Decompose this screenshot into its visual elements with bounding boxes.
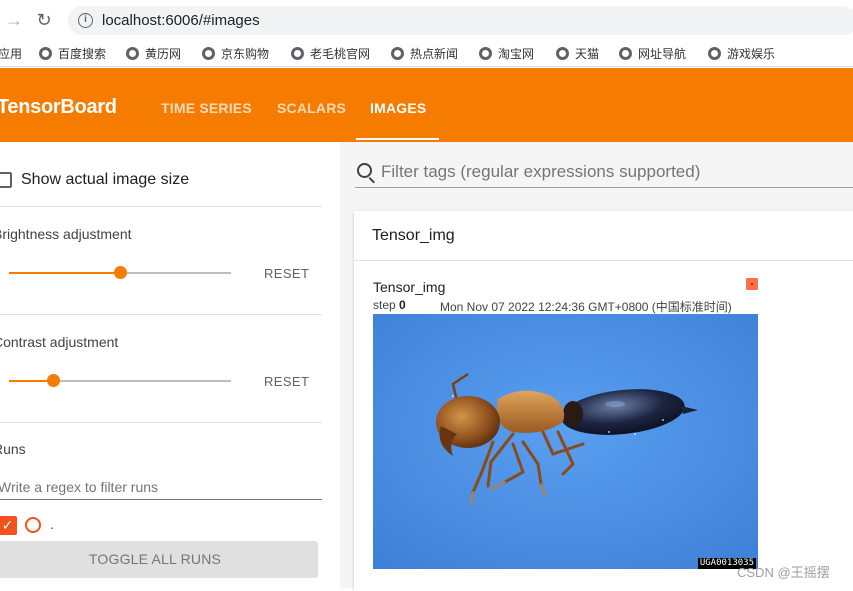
bookmark-item[interactable]: 热点新闻: [391, 45, 458, 63]
tag-group-title[interactable]: Tensor_img: [372, 227, 455, 245]
image-display[interactable]: UGA0013035: [373, 314, 758, 569]
globe-icon: [708, 47, 721, 60]
app-header: TensorBoard TIME SERIES SCALARS IMAGES: [0, 68, 853, 142]
tab-time-series[interactable]: TIME SERIES: [161, 100, 252, 116]
globe-icon: [202, 47, 215, 60]
runs-label: Runs: [0, 441, 26, 457]
divider: [354, 260, 853, 261]
wall-time: Mon Nov 07 2022 12:24:36 GMT+0800 (中国标准时…: [440, 300, 732, 314]
contrast-slider-thumb[interactable]: [47, 374, 61, 387]
contrast-reset-button[interactable]: RESET: [264, 374, 309, 389]
toggle-all-runs-button[interactable]: TOGGLE ALL RUNS: [0, 541, 318, 578]
globe-icon: [619, 47, 632, 60]
globe-icon: [126, 47, 139, 60]
globe-icon: [39, 47, 52, 60]
image-card-title: Tensor_img: [373, 279, 446, 295]
divider: [0, 206, 322, 207]
brightness-slider-fill: [9, 272, 120, 274]
show-actual-size-checkbox[interactable]: [0, 172, 12, 188]
globe-icon: [291, 47, 304, 60]
search-icon: [357, 163, 372, 178]
tag-group-card: Tensor_img Tensor_img step 0 Mon Nov 07 …: [354, 211, 853, 591]
bookmark-item[interactable]: 淘宝网: [479, 45, 534, 63]
bookmark-item[interactable]: 老毛桃官网: [291, 45, 370, 63]
divider: [0, 314, 322, 315]
show-actual-size-label: Show actual image size: [21, 171, 190, 188]
settings-sidebar: Show actual image size Brightness adjust…: [0, 142, 340, 588]
bookmark-item[interactable]: 百度搜索: [39, 45, 106, 63]
watermark: CSDN @王摇摆: [737, 565, 830, 580]
brightness-slider-thumb[interactable]: [114, 266, 127, 279]
bookmark-item[interactable]: 游戏娱乐: [708, 45, 775, 63]
bookmarks-bar: 应用 百度搜索 黄历网 京东购物 老毛桃官网 热点新闻 淘宝网 天猫 网址导航 …: [0, 40, 853, 67]
run-color-swatch[interactable]: [25, 517, 41, 533]
contrast-label: Contrast adjustment: [0, 334, 119, 350]
run-name: .: [50, 516, 54, 532]
divider: [0, 422, 322, 423]
url-text: localhost:6006/#images: [102, 12, 260, 29]
address-bar[interactable]: i localhost:6006/#images: [68, 6, 853, 35]
ant-image: [373, 314, 758, 569]
info-icon[interactable]: i: [78, 13, 93, 28]
app-brand: TensorBoard: [0, 96, 117, 118]
step-label: step 0: [373, 298, 406, 312]
runs-filter-input[interactable]: [0, 474, 322, 500]
globe-icon: [391, 47, 404, 60]
bookmark-apps[interactable]: 应用: [0, 45, 22, 63]
tab-scalars[interactable]: SCALARS: [277, 100, 346, 116]
brightness-reset-button[interactable]: RESET: [264, 266, 309, 281]
run-color-badge: [746, 278, 758, 290]
reload-icon[interactable]: ↻: [34, 10, 54, 30]
bookmark-item[interactable]: 网址导航: [619, 45, 686, 63]
globe-icon: [479, 47, 492, 60]
tab-images[interactable]: IMAGES: [370, 100, 426, 116]
tag-filter: [355, 156, 853, 188]
main-panel: Tensor_img Tensor_img step 0 Mon Nov 07 …: [340, 142, 853, 591]
tag-filter-input[interactable]: [381, 160, 841, 184]
bookmark-item[interactable]: 天猫: [556, 45, 599, 63]
bookmark-item[interactable]: 黄历网: [126, 45, 181, 63]
contrast-slider[interactable]: [9, 374, 231, 387]
browser-toolbar: → ↻ i localhost:6006/#images: [0, 0, 853, 40]
brightness-slider[interactable]: [9, 266, 231, 279]
step-value: 0: [399, 298, 406, 312]
run-checkbox[interactable]: ✓: [0, 516, 17, 535]
globe-icon: [556, 47, 569, 60]
active-tab-indicator: [356, 138, 439, 140]
bookmark-item[interactable]: 京东购物: [202, 45, 269, 63]
forward-arrow-icon[interactable]: →: [4, 10, 24, 30]
brightness-label: Brightness adjustment: [0, 226, 132, 242]
